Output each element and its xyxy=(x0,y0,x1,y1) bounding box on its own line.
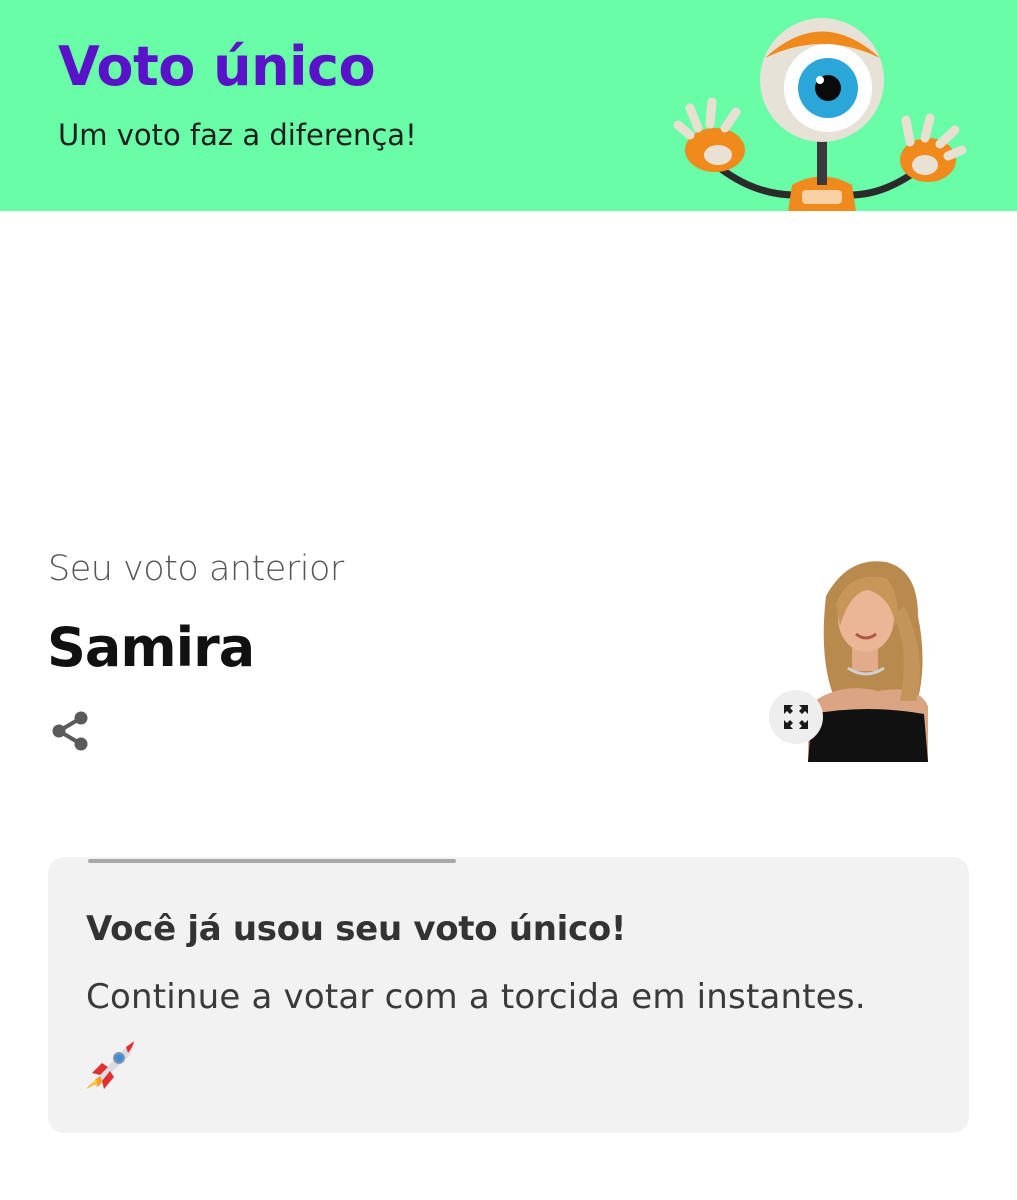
banner-title: Voto único xyxy=(58,35,376,98)
card-message: Continue a votar com a torcida em instan… xyxy=(86,977,866,1017)
banner-subtitle: Um voto faz a diferença! xyxy=(58,118,417,152)
expand-photo-button[interactable] xyxy=(769,690,823,744)
header-banner: Voto único Um voto faz a diferença! xyxy=(0,0,1017,211)
vote-used-card: Você já usou seu voto único! Continue a … xyxy=(48,857,969,1133)
share-icon xyxy=(52,711,88,751)
previous-vote-label: Seu voto anterior xyxy=(48,549,344,589)
vote-page: Voto único Um voto faz a diferença! Seu … xyxy=(0,0,1017,1200)
candidate-name: Samira xyxy=(47,616,255,679)
share-button[interactable] xyxy=(48,708,94,754)
mascot-eye-robot-icon xyxy=(673,18,967,211)
expand-icon xyxy=(784,705,808,729)
card-title: Você já usou seu voto único! xyxy=(86,909,627,949)
rocket-icon xyxy=(86,1041,134,1089)
card-progress-bar xyxy=(88,859,456,863)
